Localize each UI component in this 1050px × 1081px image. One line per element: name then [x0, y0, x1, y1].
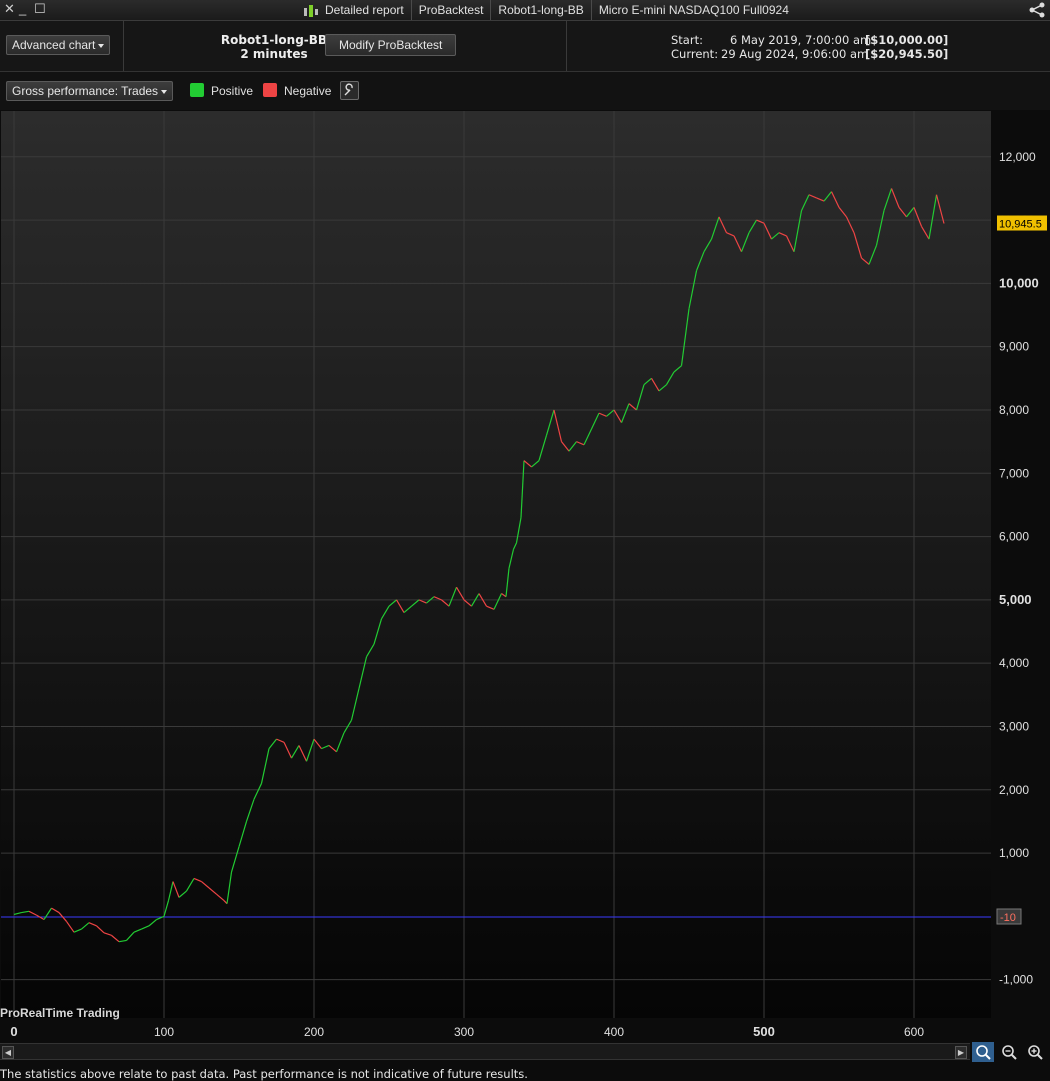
x-tick-label: 100: [154, 1025, 174, 1039]
legend-negative-swatch: [263, 83, 277, 97]
scroll-right-icon[interactable]: ▶: [955, 1046, 967, 1059]
breadcrumb-detailed-report[interactable]: Detailed report: [296, 0, 411, 20]
chart-settings-button[interactable]: [340, 81, 359, 100]
baseline-label: -10: [1000, 912, 1016, 924]
header-divider: [123, 21, 124, 71]
y-tick-label: 4,000: [999, 656, 1029, 670]
y-tick-label: 6,000: [999, 530, 1029, 544]
y-tick-label: 9,000: [999, 340, 1029, 354]
y-tick-label: 8,000: [999, 403, 1029, 417]
report-chart-icon: [304, 4, 318, 17]
start-capital: [$10,000.00]: [865, 33, 948, 47]
advanced-chart-label: Advanced chart: [12, 38, 96, 52]
zoom-fit-icon[interactable]: [972, 1042, 994, 1062]
brand-watermark: ProRealTime Trading: [0, 1006, 120, 1020]
zoom-in-icon[interactable]: [1024, 1042, 1046, 1062]
breadcrumb-probacktest[interactable]: ProBacktest: [410, 0, 491, 20]
y-tick-label: 2,000: [999, 783, 1029, 797]
current-date: 29 Aug 2024, 9:06:00 am: [721, 47, 869, 61]
x-tick-label: 200: [304, 1025, 324, 1039]
metric-select[interactable]: Gross performance: Trades: [6, 81, 174, 101]
wrench-icon: [344, 83, 353, 96]
x-tick-label: 300: [454, 1025, 474, 1039]
performance-chart[interactable]: 0 100 200 300 400 500 600 -1,000 1,000 2,000 3,000…: [0, 110, 1050, 1040]
robot-name: Robot1-long-BB: [220, 33, 328, 47]
y-tick-label: 3,000: [999, 719, 1029, 733]
start-label: Start:: [671, 33, 703, 47]
advanced-chart-dropdown[interactable]: Advanced chart: [6, 35, 111, 55]
breadcrumb-instrument[interactable]: Micro E-mini NASDAQ100 Full0924: [590, 0, 796, 20]
breadcrumb: Detailed report ProBacktest Robot1-long-…: [296, 0, 796, 20]
chevron-down-icon: [161, 89, 168, 94]
zoom-out-icon[interactable]: [998, 1042, 1020, 1062]
chevron-down-icon: [98, 43, 105, 48]
x-tick-label: 400: [604, 1025, 624, 1039]
y-tick-label: 7,000: [999, 466, 1029, 480]
plot-background: [1, 111, 991, 1018]
breadcrumb-label: Detailed report: [325, 3, 404, 17]
legend-negative-label: Negative: [284, 84, 332, 98]
breadcrumb-robot[interactable]: Robot1-long-BB: [490, 0, 590, 20]
header-divider: [566, 21, 567, 71]
scroll-left-icon[interactable]: ◀: [2, 1046, 14, 1059]
last-value-label: 10,945.5: [999, 219, 1042, 231]
disclaimer: The statistics above relate to past data…: [0, 1067, 528, 1081]
modify-probacktest-button[interactable]: Modify ProBacktest: [325, 34, 457, 56]
y-tick-label: 10,000: [999, 275, 1039, 290]
legend-positive-label: Positive: [211, 84, 254, 98]
x-tick-label: 500: [753, 1024, 775, 1039]
close-window-icon[interactable]: ✕: [4, 2, 15, 16]
x-tick-label: 600: [904, 1025, 924, 1039]
robot-timeframe: 2 minutes: [240, 47, 308, 61]
current-capital: [$20,945.50]: [865, 47, 948, 61]
start-capital-value: [$10,000.00]: [865, 33, 949, 47]
legend-positive-swatch: [190, 83, 204, 97]
y-tick-label: 1,000: [999, 846, 1029, 860]
x-tick-label: 0: [10, 1024, 17, 1039]
current-label: Current:: [671, 47, 719, 61]
start-date: 6 May 2019, 7:00:00 am: [730, 33, 872, 47]
title-bar: ✕ _ ☐ Detailed report ProBacktest Robot1…: [0, 0, 1050, 21]
metric-select-label: Gross performance: Trades: [12, 84, 159, 98]
y-tick-label: 12,000: [999, 150, 1036, 164]
horizontal-scrollbar[interactable]: ◀ ▶: [0, 1043, 970, 1060]
current-capital-value: [$20,945.50]: [865, 47, 949, 61]
y-tick-label: 5,000: [999, 592, 1032, 607]
minimize-window-icon[interactable]: _: [19, 2, 26, 16]
y-tick-label: -1,000: [999, 973, 1033, 987]
maximize-window-icon[interactable]: ☐: [34, 2, 46, 16]
backtest-header: Advanced chart Robot1-long-BB 2 minutes …: [0, 21, 1050, 72]
share-icon[interactable]: [1028, 1, 1046, 19]
